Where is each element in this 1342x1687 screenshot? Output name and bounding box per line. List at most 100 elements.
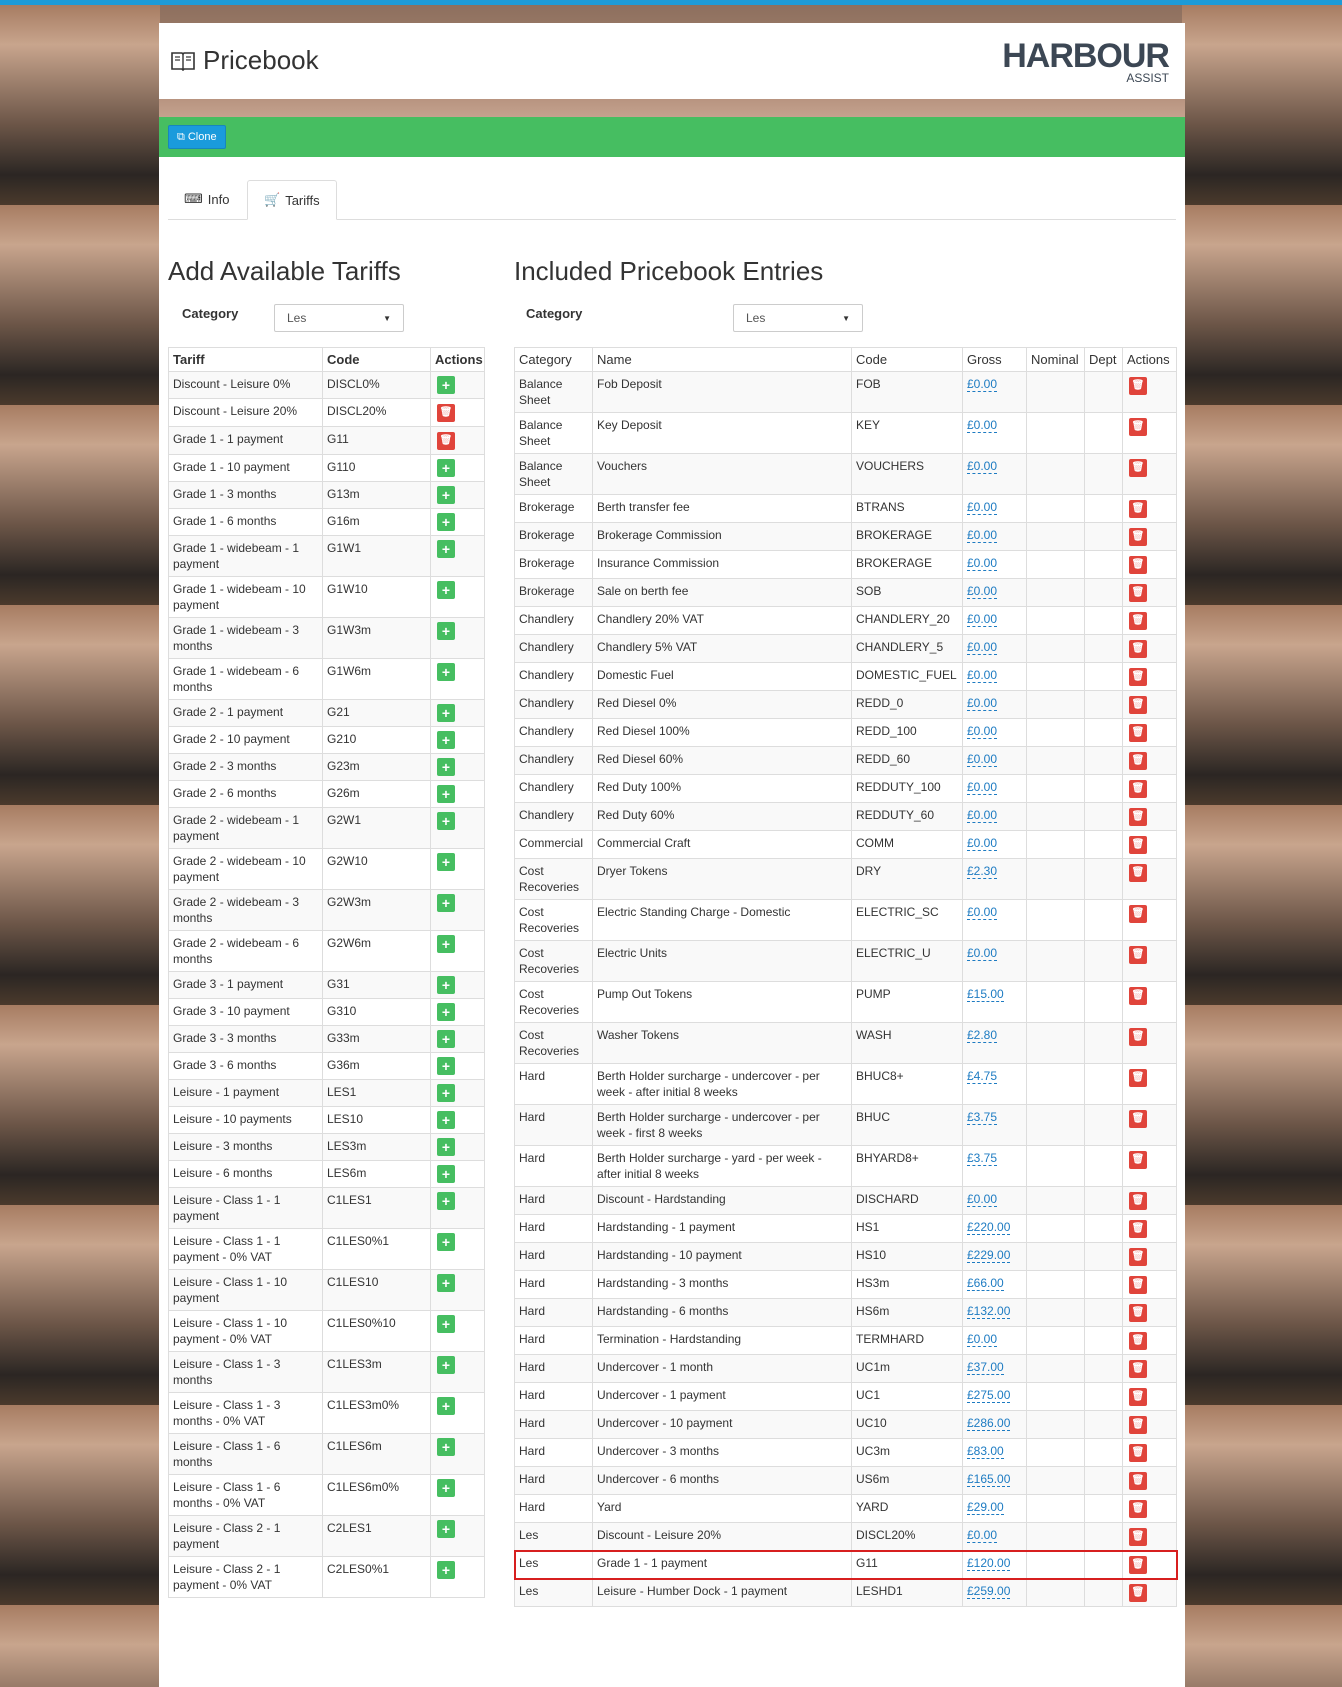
remove-entry-button[interactable]: 🗑 xyxy=(1129,752,1147,770)
add-tariff-button[interactable]: + xyxy=(437,1030,455,1048)
remove-entry-button[interactable]: 🗑 xyxy=(1129,640,1147,658)
gross-editable-link[interactable]: £0.00 xyxy=(967,556,998,571)
add-tariff-button[interactable]: + xyxy=(437,1057,455,1075)
remove-entry-button[interactable]: 🗑 xyxy=(1129,612,1147,630)
right-category-select[interactable]: Les ▼ xyxy=(733,304,863,332)
add-tariff-button[interactable]: + xyxy=(437,581,455,599)
add-tariff-button[interactable]: + xyxy=(437,812,455,830)
gross-editable-link[interactable]: £0.00 xyxy=(967,377,998,392)
gross-editable-link[interactable]: £0.00 xyxy=(967,836,998,851)
add-tariff-button[interactable]: + xyxy=(437,1165,455,1183)
gross-editable-link[interactable]: £3.75 xyxy=(967,1110,998,1125)
remove-entry-button[interactable]: 🗑 xyxy=(1129,668,1147,686)
tab-tariffs[interactable]: 🛒 Tariffs xyxy=(247,180,337,220)
add-tariff-button[interactable]: + xyxy=(437,853,455,871)
add-tariff-button[interactable]: + xyxy=(437,1315,455,1333)
gross-editable-link[interactable]: £0.00 xyxy=(967,640,998,655)
remove-entry-button[interactable]: 🗑 xyxy=(1129,724,1147,742)
clone-button[interactable]: ⧉ Clone xyxy=(168,125,226,149)
gross-editable-link[interactable]: £2.30 xyxy=(967,864,998,879)
add-tariff-button[interactable]: + xyxy=(437,1479,455,1497)
add-tariff-button[interactable]: + xyxy=(437,785,455,803)
gross-editable-link[interactable]: £259.00 xyxy=(967,1584,1011,1599)
gross-editable-link[interactable]: £29.00 xyxy=(967,1500,1004,1515)
add-tariff-button[interactable]: + xyxy=(437,1397,455,1415)
add-tariff-button[interactable]: + xyxy=(437,1561,455,1579)
remove-entry-button[interactable]: 🗑 xyxy=(1129,418,1147,436)
gross-editable-link[interactable]: £286.00 xyxy=(967,1416,1011,1431)
remove-tariff-button[interactable]: 🗑 xyxy=(437,432,455,450)
remove-entry-button[interactable]: 🗑 xyxy=(1129,808,1147,826)
add-tariff-button[interactable]: + xyxy=(437,1274,455,1292)
remove-entry-button[interactable]: 🗑 xyxy=(1129,528,1147,546)
remove-entry-button[interactable]: 🗑 xyxy=(1129,905,1147,923)
add-tariff-button[interactable]: + xyxy=(437,704,455,722)
gross-editable-link[interactable]: £0.00 xyxy=(967,528,998,543)
remove-entry-button[interactable]: 🗑 xyxy=(1129,1332,1147,1350)
add-tariff-button[interactable]: + xyxy=(437,935,455,953)
remove-entry-button[interactable]: 🗑 xyxy=(1129,1416,1147,1434)
gross-editable-link[interactable]: £3.75 xyxy=(967,1151,998,1166)
add-tariff-button[interactable]: + xyxy=(437,1138,455,1156)
gross-editable-link[interactable]: £229.00 xyxy=(967,1248,1011,1263)
gross-editable-link[interactable]: £220.00 xyxy=(967,1220,1011,1235)
add-tariff-button[interactable]: + xyxy=(437,1520,455,1538)
remove-entry-button[interactable]: 🗑 xyxy=(1129,1069,1147,1087)
gross-editable-link[interactable]: £37.00 xyxy=(967,1360,1004,1375)
gross-editable-link[interactable]: £2.80 xyxy=(967,1028,998,1043)
remove-entry-button[interactable]: 🗑 xyxy=(1129,1276,1147,1294)
gross-editable-link[interactable]: £0.00 xyxy=(967,808,998,823)
gross-editable-link[interactable]: £0.00 xyxy=(967,459,998,474)
gross-editable-link[interactable]: £0.00 xyxy=(967,724,998,739)
remove-entry-button[interactable]: 🗑 xyxy=(1129,1472,1147,1490)
add-tariff-button[interactable]: + xyxy=(437,1003,455,1021)
remove-entry-button[interactable]: 🗑 xyxy=(1129,1584,1147,1602)
add-tariff-button[interactable]: + xyxy=(437,622,455,640)
gross-editable-link[interactable]: £83.00 xyxy=(967,1444,1004,1459)
gross-editable-link[interactable]: £0.00 xyxy=(967,905,998,920)
remove-entry-button[interactable]: 🗑 xyxy=(1129,459,1147,477)
gross-editable-link[interactable]: £0.00 xyxy=(967,418,998,433)
gross-editable-link[interactable]: £0.00 xyxy=(967,668,998,683)
add-tariff-button[interactable]: + xyxy=(437,894,455,912)
gross-editable-link[interactable]: £0.00 xyxy=(967,500,998,515)
gross-editable-link[interactable]: £66.00 xyxy=(967,1276,1004,1291)
remove-entry-button[interactable]: 🗑 xyxy=(1129,1388,1147,1406)
remove-entry-button[interactable]: 🗑 xyxy=(1129,780,1147,798)
remove-entry-button[interactable]: 🗑 xyxy=(1129,1360,1147,1378)
gross-editable-link[interactable]: £4.75 xyxy=(967,1069,998,1084)
gross-editable-link[interactable]: £0.00 xyxy=(967,584,998,599)
remove-entry-button[interactable]: 🗑 xyxy=(1129,1304,1147,1322)
add-tariff-button[interactable]: + xyxy=(437,1192,455,1210)
remove-entry-button[interactable]: 🗑 xyxy=(1129,1192,1147,1210)
gross-editable-link[interactable]: £0.00 xyxy=(967,752,998,767)
add-tariff-button[interactable]: + xyxy=(437,976,455,994)
add-tariff-button[interactable]: + xyxy=(437,513,455,531)
gross-editable-link[interactable]: £275.00 xyxy=(967,1388,1011,1403)
gross-editable-link[interactable]: £0.00 xyxy=(967,1528,998,1543)
remove-entry-button[interactable]: 🗑 xyxy=(1129,1528,1147,1546)
add-tariff-button[interactable]: + xyxy=(437,731,455,749)
gross-editable-link[interactable]: £0.00 xyxy=(967,780,998,795)
gross-editable-link[interactable]: £15.00 xyxy=(967,987,1004,1002)
gross-editable-link[interactable]: £0.00 xyxy=(967,1332,998,1347)
tab-info[interactable]: ⌨ Info xyxy=(168,180,245,218)
add-tariff-button[interactable]: + xyxy=(437,1438,455,1456)
remove-entry-button[interactable]: 🗑 xyxy=(1129,556,1147,574)
remove-tariff-button[interactable]: 🗑 xyxy=(437,404,455,422)
remove-entry-button[interactable]: 🗑 xyxy=(1129,696,1147,714)
gross-editable-link[interactable]: £132.00 xyxy=(967,1304,1011,1319)
add-tariff-button[interactable]: + xyxy=(437,663,455,681)
remove-entry-button[interactable]: 🗑 xyxy=(1129,1220,1147,1238)
remove-entry-button[interactable]: 🗑 xyxy=(1129,836,1147,854)
gross-editable-link[interactable]: £0.00 xyxy=(967,946,998,961)
gross-editable-link[interactable]: £0.00 xyxy=(967,1192,998,1207)
gross-editable-link[interactable]: £165.00 xyxy=(967,1472,1011,1487)
remove-entry-button[interactable]: 🗑 xyxy=(1129,500,1147,518)
add-tariff-button[interactable]: + xyxy=(437,486,455,504)
remove-entry-button[interactable]: 🗑 xyxy=(1129,1500,1147,1518)
remove-entry-button[interactable]: 🗑 xyxy=(1129,1151,1147,1169)
remove-entry-button[interactable]: 🗑 xyxy=(1129,1248,1147,1266)
add-tariff-button[interactable]: + xyxy=(437,1233,455,1251)
left-category-select[interactable]: Les ▼ xyxy=(274,304,404,332)
